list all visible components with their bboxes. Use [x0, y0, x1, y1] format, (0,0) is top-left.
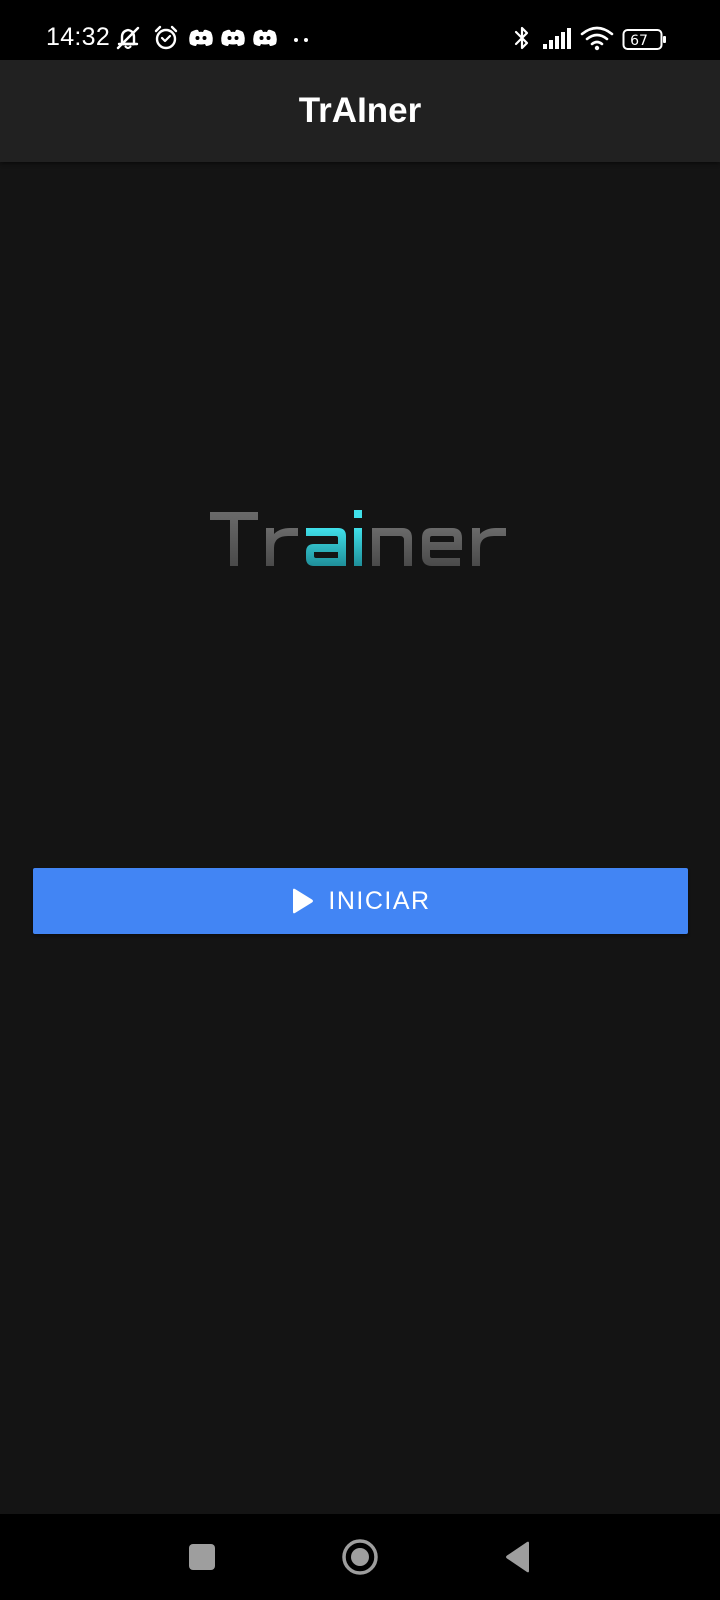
status-time: 14:32 — [46, 23, 111, 51]
app-bar: TrAIner — [0, 60, 720, 162]
status-bar: 14:32 67 — [0, 0, 720, 60]
play-icon — [290, 888, 314, 914]
back-button[interactable] — [495, 1534, 541, 1580]
home-icon — [341, 1538, 379, 1576]
discord-icon — [187, 24, 215, 52]
recent-apps-button[interactable] — [179, 1534, 225, 1580]
recent-apps-icon — [188, 1543, 216, 1571]
trainer-logo — [210, 510, 520, 574]
start-button-label: INICIAR — [328, 886, 431, 915]
discord-icon — [219, 24, 247, 52]
more-notifications-icon — [290, 24, 314, 52]
app-title: TrAIner — [298, 91, 422, 130]
battery-level: 67 — [630, 33, 648, 49]
muted-alarm-icon — [114, 24, 142, 52]
alarm-clock-icon — [152, 24, 180, 52]
bluetooth-icon — [512, 24, 532, 52]
home-button[interactable] — [337, 1534, 383, 1580]
start-button[interactable]: INICIAR — [33, 868, 688, 934]
system-nav-bar — [0, 1514, 720, 1600]
discord-icon — [251, 24, 279, 52]
wifi-icon — [580, 24, 614, 52]
signal-icon — [542, 24, 574, 52]
back-icon — [504, 1541, 532, 1573]
